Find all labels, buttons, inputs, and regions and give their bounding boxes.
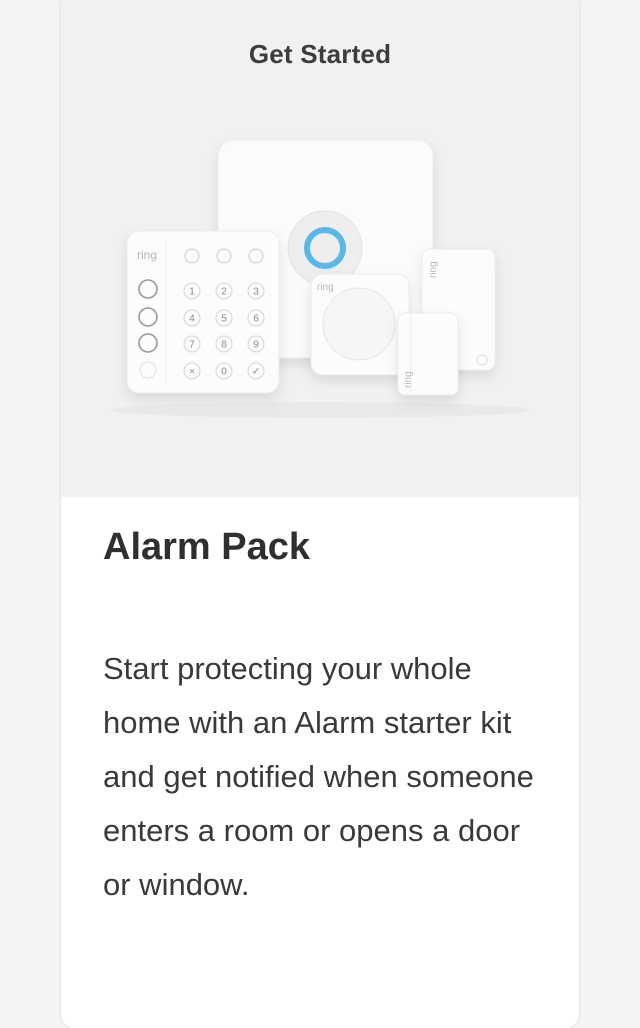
- alarm-pack-product-image: ring 1 2 3 4 5 6 7 8 9 × 0 ✓ ring ring ring: [126, 139, 496, 396]
- keypad-key-label: 8: [221, 340, 227, 351]
- keypad-key-label: ×: [189, 367, 195, 378]
- keypad-key-label: 5: [221, 314, 227, 325]
- svg-text:ring: ring: [317, 282, 334, 293]
- svg-text:ring: ring: [403, 371, 414, 388]
- keypad-key-label: 4: [189, 314, 195, 325]
- page-title: Get Started: [248, 39, 392, 69]
- keypad-key-label: 2: [221, 287, 227, 298]
- product-description: Start protecting your whole home with an…: [103, 651, 534, 902]
- keypad-key-label: 0: [221, 367, 227, 378]
- alarm-pack-card[interactable]: Get Started ring 1 2 3 4 5 6 7 8 9 × 0 ✓…: [61, 0, 579, 1028]
- keypad-key-label: 1: [189, 287, 195, 298]
- keypad-key-label: 3: [253, 287, 259, 298]
- keypad-key-label: 7: [189, 340, 195, 351]
- product-title: Alarm Pack: [103, 526, 311, 568]
- hero-section: Get Started ring 1 2 3 4 5 6 7 8 9 × 0 ✓…: [61, 0, 579, 497]
- keypad-key-label: 6: [253, 314, 259, 325]
- keypad-key-label: ✓: [252, 367, 260, 378]
- keypad-key-label: 9: [253, 340, 259, 351]
- motion-detector: ring: [310, 273, 410, 376]
- svg-text:ring: ring: [428, 261, 439, 278]
- keypad: ring 1 2 3 4 5 6 7 8 9 × 0 ✓: [126, 230, 280, 394]
- keypad-brand-logo: ring: [137, 248, 157, 262]
